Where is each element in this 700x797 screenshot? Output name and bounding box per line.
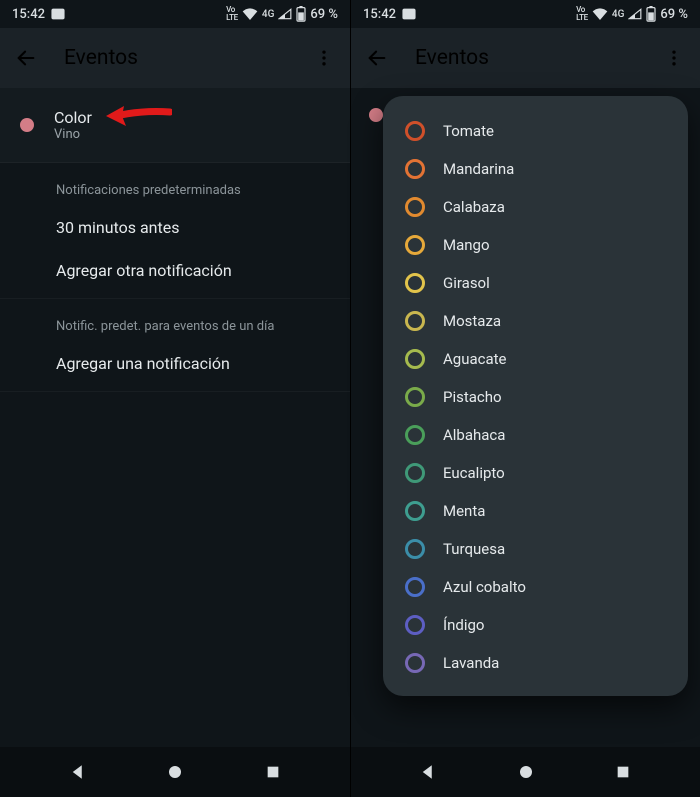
status-bar: 15:42 VoLTE 4G 69 % [351,0,700,28]
nav-recent-button[interactable] [253,752,293,792]
color-name: Mostaza [443,312,501,330]
color-name: Calabaza [443,198,505,216]
color-ring-icon [405,159,425,179]
color-name: Mango [443,236,490,254]
color-picker-dialog: Tomate Mandarina Calabaza Mango Girasol Mosta… [383,96,688,696]
color-option[interactable]: Pistacho [397,378,674,416]
settings-content: Tomate Mandarina Calabaza Mango Girasol Mosta… [351,88,700,747]
color-option[interactable]: Azul cobalto [397,568,674,606]
dialog-backdrop[interactable]: Tomate Mandarina Calabaza Mango Girasol Mosta… [351,88,700,747]
wifi-icon [242,8,258,20]
color-ring-icon [405,577,425,597]
battery-text: 69 % [660,7,688,22]
color-name: Azul cobalto [443,578,526,596]
battery-text: 69 % [310,7,338,22]
color-ring-icon [405,615,425,635]
color-ring-icon [405,463,425,483]
page-title: Eventos [64,46,286,70]
signal-label: 4G [262,9,275,20]
color-name: Tomate [443,122,494,140]
color-ring-icon [405,121,425,141]
color-ring-icon [405,349,425,369]
color-setting-row[interactable]: Color Vino [0,88,350,163]
battery-icon [296,6,306,22]
signal-icon [278,8,292,20]
color-name: Eucalipto [443,464,505,482]
wifi-icon [592,8,608,20]
page-title: Eventos [415,46,636,70]
color-ring-icon [405,539,425,559]
color-ring-icon [405,653,425,673]
section-label: Notificaciones predeterminadas [0,163,350,206]
color-ring-icon [405,235,425,255]
color-name: Índigo [443,616,484,634]
color-option[interactable]: Albahaca [397,416,674,454]
right-screen: 15:42 VoLTE 4G 69 % Eventos [350,0,700,797]
lte-icon: VoLTE [576,6,588,22]
color-ring-icon [405,311,425,331]
section-label: Notific. predet. para eventos de un día [0,299,350,342]
default-notifications-section: Notificaciones predeterminadas 30 minuto… [0,163,350,299]
color-label: Color [54,108,92,127]
color-ring-icon [405,387,425,407]
color-option[interactable]: Calabaza [397,188,674,226]
color-value: Vino [54,127,92,142]
color-option[interactable]: Mandarina [397,150,674,188]
color-option[interactable]: Mango [397,226,674,264]
color-option[interactable]: Tomate [397,112,674,150]
back-button[interactable] [12,44,40,72]
nav-back-button[interactable] [58,752,98,792]
color-name: Pistacho [443,388,502,406]
signal-label: 4G [612,9,625,20]
battery-icon [646,6,656,22]
lte-icon: VoLTE [226,6,238,22]
signal-icon [628,8,642,20]
app-header: Eventos [351,28,700,88]
overflow-menu-button[interactable] [660,44,688,72]
settings-content: Color Vino Notificaciones predeterminada… [0,88,350,747]
nav-bar [0,747,350,797]
app-header: Eventos [0,28,350,88]
color-name: Mandarina [443,160,514,178]
color-option[interactable]: Eucalipto [397,454,674,492]
cast-icon [51,8,65,20]
overflow-menu-button[interactable] [310,44,338,72]
color-option[interactable]: Mostaza [397,302,674,340]
color-ring-icon [405,425,425,445]
color-option[interactable]: Lavanda [397,644,674,682]
nav-recent-button[interactable] [603,752,643,792]
color-name: Girasol [443,274,490,292]
color-option[interactable]: Menta [397,492,674,530]
status-time: 15:42 [12,7,45,22]
left-screen: 15:42 VoLTE 4G 69 % Eventos [0,0,350,797]
color-ring-icon [405,273,425,293]
status-bar: 15:42 VoLTE 4G 69 % [0,0,350,28]
nav-home-button[interactable] [155,752,195,792]
color-option[interactable]: Turquesa [397,530,674,568]
color-ring-icon [405,501,425,521]
back-button[interactable] [363,44,391,72]
nav-home-button[interactable] [506,752,546,792]
cast-icon [402,8,416,20]
color-option[interactable]: Aguacate [397,340,674,378]
color-name: Menta [443,502,485,520]
color-swatch [20,118,34,132]
nav-bar [351,747,700,797]
color-option[interactable]: Girasol [397,264,674,302]
color-name: Aguacate [443,350,507,368]
status-time: 15:42 [363,7,396,22]
color-name: Turquesa [443,540,505,558]
color-option[interactable]: Índigo [397,606,674,644]
color-ring-icon [405,197,425,217]
color-name: Lavanda [443,654,499,672]
add-notification-button[interactable]: Agregar una notificación [0,342,350,385]
allday-notifications-section: Notific. predet. para eventos de un día … [0,299,350,392]
nav-back-button[interactable] [408,752,448,792]
color-name: Albahaca [443,426,505,444]
notification-item[interactable]: 30 minutos antes [0,206,350,249]
add-notification-button[interactable]: Agregar otra notificación [0,249,350,292]
